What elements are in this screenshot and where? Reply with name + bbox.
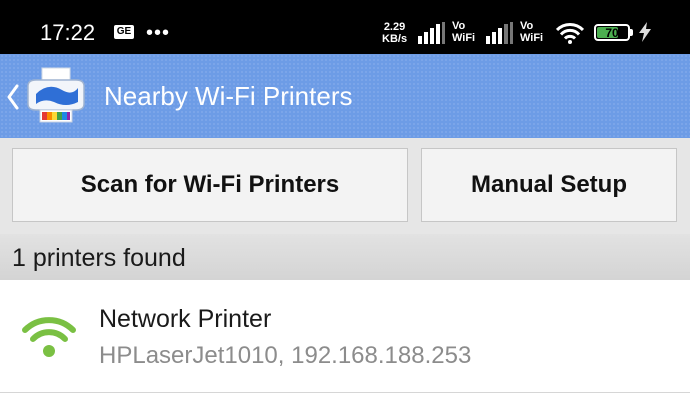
volte-wifi-indicator: Vo WiFi: [520, 20, 543, 44]
manual-setup-button[interactable]: Manual Setup: [421, 148, 677, 222]
printers-found-label: 1 printers found: [12, 244, 186, 272]
printer-name: Network Printer: [99, 305, 272, 333]
action-button-bar: Scan for Wi-Fi Printers Manual Setup: [0, 138, 690, 234]
volte-label: Vo: [452, 20, 466, 32]
status-time: 17:22: [40, 20, 96, 45]
network-speed-value: 2.29: [383, 21, 406, 33]
cell-signal-icon: [418, 22, 445, 44]
wifi-label: WiFi: [452, 32, 476, 44]
more-notifications-icon: •••: [146, 22, 171, 44]
lightning-bolt-icon: [639, 22, 651, 42]
volte-wifi-indicator: Vo WiFi: [452, 20, 475, 44]
printer-app-logo-icon[interactable]: [22, 62, 90, 130]
battery-icon: 70: [594, 24, 630, 41]
printer-detail: HPLaserJet1010, 192.168.188.253: [99, 342, 472, 369]
cell-signal-icon: [486, 22, 513, 44]
page-title: Nearby Wi-Fi Printers: [104, 81, 353, 111]
battery-tip: [630, 29, 633, 36]
wifi-label: WiFi: [520, 32, 544, 44]
ge-badge-icon: GE: [114, 25, 134, 39]
status-bar: 17:22 GE ••• 2.29 KB/s Vo WiFi Vo WiFi 7…: [0, 0, 690, 54]
network-speed: 2.29 KB/s: [382, 21, 407, 45]
battery-percentage: 70: [605, 26, 619, 40]
app-bar: Nearby Wi-Fi Printers: [0, 54, 690, 138]
scan-wifi-printers-button[interactable]: Scan for Wi-Fi Printers: [12, 148, 408, 222]
printer-list-item[interactable]: Network Printer HPLaserJet1010, 192.168.…: [0, 280, 690, 392]
network-speed-unit: KB/s: [382, 33, 408, 45]
wifi-signal-icon: [556, 23, 584, 44]
volte-label: Vo: [520, 20, 534, 32]
chevron-left-icon[interactable]: [6, 84, 20, 110]
list-divider: [0, 392, 690, 393]
printers-found-header: 1 printers found: [0, 234, 690, 280]
wifi-icon: [22, 317, 76, 357]
